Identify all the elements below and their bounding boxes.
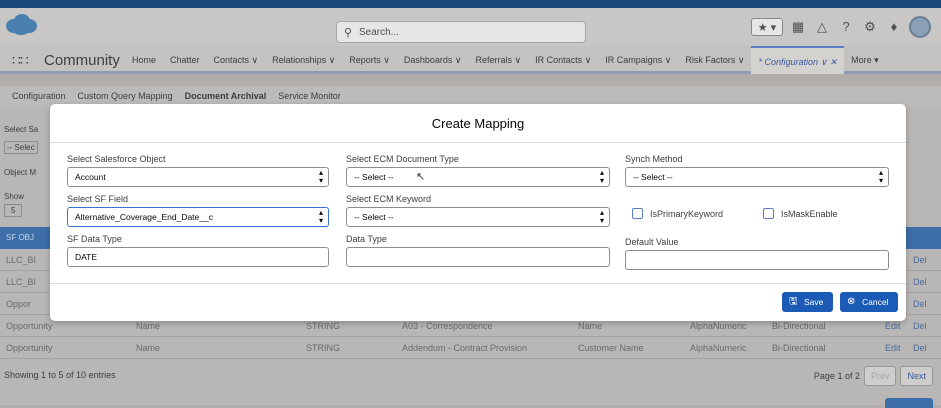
table-row: Opportunity Name STRING Addendum - Contr… — [0, 337, 941, 359]
create-mapping-modal: Create Mapping Select Salesforce Object … — [50, 104, 906, 321]
search-icon: ⚲ — [344, 27, 353, 39]
nav-items: Home Chatter Contacts ∨ Relationships ∨ … — [125, 46, 886, 74]
avatar[interactable] — [909, 16, 931, 38]
is-primary-keyword-label: IsPrimaryKeyword — [650, 208, 724, 219]
bg-blue-button — [885, 398, 933, 408]
ecm-keyword-select[interactable]: -- Select -- ▴ ▾ — [346, 207, 610, 227]
select-caret-icon: ▴ ▾ — [599, 168, 604, 185]
nav-item-home[interactable]: Home — [125, 46, 163, 74]
synch-method-field: Synch Method -- Select -- ▴ ▾ — [625, 154, 889, 187]
nav-item-contacts[interactable]: Contacts ∨ — [207, 46, 266, 74]
sf-data-type-label: SF Data Type — [67, 234, 122, 244]
ecm-keyword-value: -- Select -- — [354, 212, 394, 222]
ecm-doc-type-select[interactable]: -- Select -- ▴ ▾ — [346, 167, 610, 187]
ecm-doc-type-value: -- Select -- — [354, 172, 394, 182]
modal-title: Create Mapping — [50, 104, 906, 143]
ecm-keyword-field: Select ECM Keyword -- Select -- ▴ ▾ — [346, 194, 610, 227]
app-name: Community — [44, 52, 120, 69]
checkbox-box[interactable] — [763, 208, 774, 219]
next-button[interactable]: Next — [900, 366, 933, 386]
select-caret-icon: ▴ ▾ — [318, 208, 323, 225]
nav-item-referrals[interactable]: Referrals ∨ — [469, 46, 529, 74]
global-search-input[interactable]: ⚲ Search... — [336, 21, 586, 43]
sf-field-select[interactable]: Alternative_Coverage_End_Date__c ▴ ▾ — [67, 207, 329, 227]
sf-data-type-field: SF Data Type DATE — [67, 234, 329, 267]
prev-button[interactable]: Prev — [863, 366, 897, 386]
save-label: Save — [804, 297, 824, 307]
trailhead-icon[interactable]: △ — [813, 18, 831, 36]
select-caret-icon: ▴ ▾ — [599, 208, 604, 225]
sf-object-value: Account — [75, 172, 106, 182]
bg-label-object-m: Object M — [4, 168, 37, 177]
app-launcher-icon[interactable]: ∷∷ — [12, 52, 29, 69]
page-indicator: Page 1 of 2 — [813, 371, 860, 381]
bg-col-sf-obj: SF OBJ — [6, 233, 35, 242]
favorites-icon[interactable]: ★ ▾ — [751, 18, 783, 36]
data-type-label: Data Type — [346, 234, 387, 244]
header-utilities: ★ ▾ ▦ △ ? ⚙ ♦ — [751, 16, 931, 38]
cancel-label: Cancel — [862, 297, 889, 307]
cancel-button[interactable]: ⊗ Cancel — [840, 292, 898, 312]
select-caret-icon: ▴ ▾ — [318, 168, 323, 185]
nav-item-relationships[interactable]: Relationships ∨ — [265, 46, 342, 74]
search-placeholder: Search... — [359, 27, 400, 38]
default-value-label: Default Value — [625, 237, 679, 247]
help-icon[interactable]: ? — [837, 18, 855, 36]
ecm-doc-type-label: Select ECM Document Type — [346, 154, 459, 164]
pagination: Page 1 of 2 Prev Next — [814, 366, 933, 386]
bg-select: -- Selec — [4, 141, 38, 154]
is-primary-keyword-checkbox[interactable]: IsPrimaryKeyword — [632, 208, 723, 219]
sf-field-value: Alternative_Coverage_End_Date__c — [75, 212, 213, 222]
mouse-cursor-icon: ↖ — [416, 171, 426, 183]
sf-object-field: Select Salesforce Object Account ▴ ▾ — [67, 154, 329, 187]
synch-method-select[interactable]: -- Select -- ▴ ▾ — [625, 167, 889, 187]
nav-item-chatter[interactable]: Chatter — [163, 46, 207, 74]
checkbox-box[interactable] — [632, 208, 643, 219]
nav-item-configuration[interactable]: * Configuration ∨ ✕ — [751, 46, 845, 74]
top-strip — [0, 0, 941, 8]
showing-entries: Showing 1 to 5 of 10 entries — [4, 370, 116, 380]
save-button[interactable]: 🖫 Save — [782, 292, 833, 312]
notification-bell-icon[interactable]: ♦ — [885, 18, 903, 36]
data-type-input[interactable] — [346, 247, 610, 267]
add-icon[interactable]: ▦ — [789, 18, 807, 36]
salesforce-cloud-logo[interactable] — [4, 12, 38, 36]
is-mask-enable-checkbox[interactable]: IsMaskEnable — [763, 208, 838, 219]
ecm-keyword-label: Select ECM Keyword — [346, 194, 432, 204]
synch-method-label: Synch Method — [625, 154, 683, 164]
data-type-field: Data Type — [346, 234, 610, 267]
save-icon: 🖫 — [789, 296, 798, 307]
nav-item-ir-campaigns[interactable]: IR Campaigns ∨ — [598, 46, 678, 74]
app-nav-bar: ∷∷ Community Home Chatter Contacts ∨ Rel… — [0, 46, 941, 74]
global-header: ⚲ Search... ★ ▾ ▦ △ ? ⚙ ♦ — [0, 0, 941, 46]
bg-label-show: Show — [4, 192, 25, 201]
nav-item-reports[interactable]: Reports ∨ — [342, 46, 397, 74]
sf-field-label: Select SF Field — [67, 194, 129, 204]
bg-label-select-sa: Select Sa — [4, 125, 39, 134]
sf-field-field: Select SF Field Alternative_Coverage_End… — [67, 194, 329, 227]
nav-item-dashboards[interactable]: Dashboards ∨ — [397, 46, 469, 74]
default-value-input[interactable] — [625, 250, 889, 270]
sf-object-select[interactable]: Account ▴ ▾ — [67, 167, 329, 187]
modal-footer: 🖫 Save ⊗ Cancel — [50, 283, 906, 321]
nav-item-risk-factors[interactable]: Risk Factors ∨ — [678, 46, 751, 74]
is-mask-enable-label: IsMaskEnable — [781, 208, 838, 219]
synch-method-value: -- Select -- — [633, 172, 673, 182]
ecm-doc-type-field: Select ECM Document Type -- Select -- ▴ ▾ — [346, 154, 610, 187]
sf-object-label: Select Salesforce Object — [67, 154, 166, 164]
nav-item-more[interactable]: More ▾ — [844, 46, 886, 74]
cancel-icon: ⊗ — [847, 296, 856, 307]
nav-item-ir-contacts[interactable]: IR Contacts ∨ — [528, 46, 598, 74]
select-caret-icon: ▴ ▾ — [878, 168, 883, 185]
sf-data-type-input[interactable]: DATE — [67, 247, 329, 267]
gear-icon[interactable]: ⚙ — [861, 18, 879, 36]
bg-show-select: 5 — [4, 204, 23, 217]
default-value-field: Default Value — [625, 237, 889, 270]
